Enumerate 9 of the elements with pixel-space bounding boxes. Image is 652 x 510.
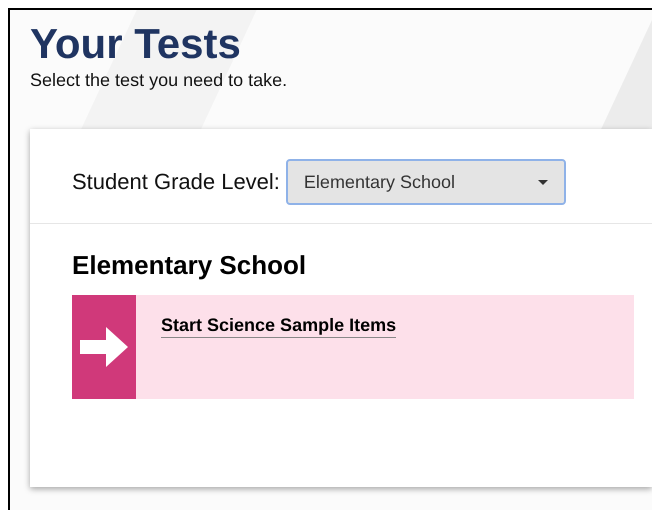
test-link[interactable]: Start Science Sample Items (161, 315, 396, 338)
test-tile[interactable]: Start Science Sample Items (72, 295, 634, 399)
caret-icon (538, 180, 548, 184)
page-subtitle: Select the test you need to take. (30, 70, 288, 91)
grade-level-dropdown[interactable]: Elementary School (286, 159, 566, 205)
grade-level-label: Student Grade Level: (72, 169, 280, 195)
arrow-icon (80, 327, 128, 367)
page-title: Your Tests (30, 20, 241, 68)
section-heading: Elementary School (72, 250, 306, 281)
